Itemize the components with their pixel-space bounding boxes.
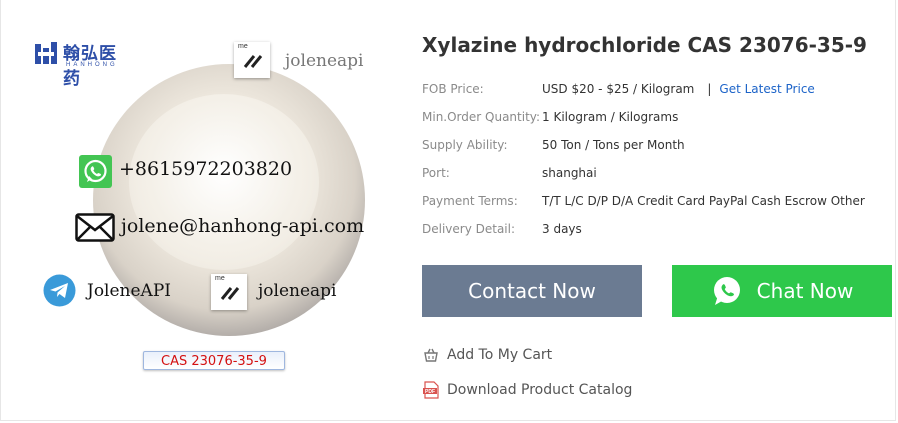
- separator: |: [707, 82, 712, 96]
- product-card: 翰弘医药 HANHONG me joleneapi +8615972203820…: [0, 0, 896, 421]
- company-logo: 翰弘医药 HANHONG: [35, 38, 125, 89]
- cas-number-label: CAS 23076-35-9: [143, 351, 285, 370]
- pdf-badge-text: PDF: [425, 389, 435, 395]
- logo-english-text: HANHONG: [66, 62, 118, 68]
- telegram-handle: JoleneAPI: [87, 281, 171, 301]
- product-title: Xylazine hydrochloride CAS 23076-35-9: [422, 33, 867, 57]
- mail-icon: [75, 213, 115, 242]
- telegram-icon: [43, 274, 76, 307]
- me-icon: [220, 287, 240, 300]
- contact-now-button[interactable]: Contact Now: [422, 265, 642, 317]
- spec-value: shanghai: [542, 166, 597, 180]
- add-to-cart-link[interactable]: Add To My Cart: [422, 345, 552, 365]
- spec-value: T/T L/C D/P D/A Credit Card PayPal Cash …: [542, 194, 865, 208]
- product-image[interactable]: 翰弘医药 HANHONG me joleneapi +8615972203820…: [23, 22, 393, 400]
- download-catalog-link[interactable]: PDF Download Product Catalog: [422, 380, 632, 400]
- whatsapp-icon: [713, 277, 740, 305]
- phone-number: +8615972203820: [119, 158, 293, 180]
- logo-mark-icon: [35, 42, 57, 64]
- me-badge-bottom: me: [211, 274, 247, 310]
- spec-value: USD $20 - $25 / Kilogram: [542, 82, 695, 96]
- cart-icon: [424, 348, 438, 362]
- spec-value: 1 Kilogram / Kilograms: [542, 110, 679, 124]
- me-badge-top: me: [234, 42, 270, 78]
- me-icon: [243, 55, 263, 68]
- spec-label: Port:: [422, 166, 450, 180]
- get-latest-price-link[interactable]: Get Latest Price: [719, 82, 814, 96]
- email-address: jolene@hanhong-api.com: [121, 215, 365, 237]
- chat-now-label: Chat Now: [756, 279, 854, 303]
- me-handle: joleneapi: [258, 281, 337, 301]
- pdf-icon: PDF: [423, 381, 439, 399]
- contact-now-label: Contact Now: [468, 279, 596, 303]
- spec-value: 50 Ton / Tons per Month: [542, 138, 685, 152]
- chat-now-button[interactable]: Chat Now: [672, 265, 892, 317]
- spec-label: Delivery Detail:: [422, 222, 516, 236]
- watermark-handle: joleneapi: [285, 51, 364, 71]
- spec-value: 3 days: [542, 222, 582, 236]
- spec-label: Min.Order Quantity:: [422, 110, 541, 124]
- download-catalog-label: Download Product Catalog: [447, 382, 633, 398]
- add-to-cart-label: Add To My Cart: [447, 347, 553, 363]
- whatsapp-icon: [79, 155, 112, 188]
- spec-label: FOB Price:: [422, 82, 484, 96]
- spec-label: Supply Ability:: [422, 138, 508, 152]
- spec-label: Payment Terms:: [422, 194, 518, 208]
